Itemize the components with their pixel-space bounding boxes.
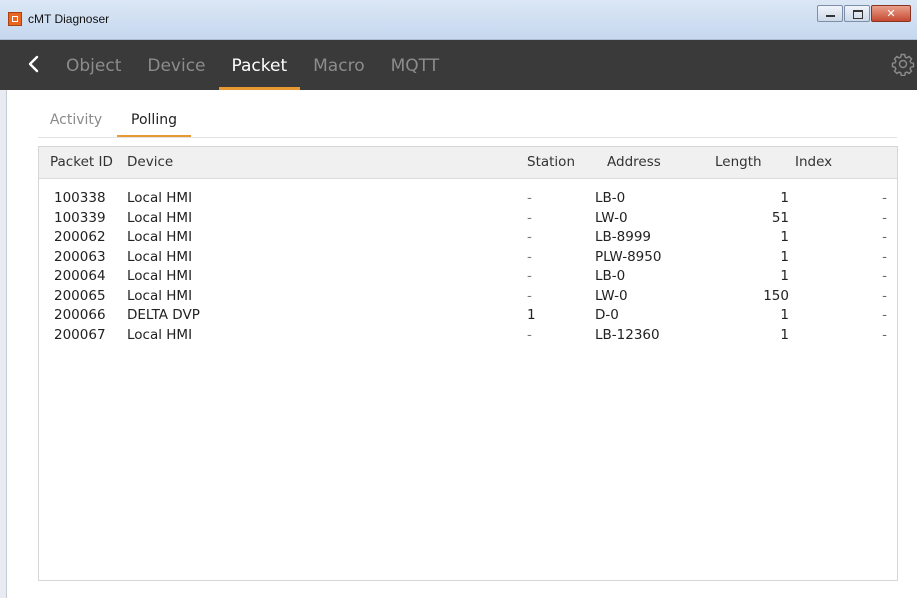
minimize-button[interactable] <box>817 5 843 22</box>
cell-index: - <box>882 229 887 245</box>
cell-packet-id: 200063 <box>54 248 106 265</box>
cell-index: - <box>882 209 887 226</box>
table-row[interactable]: 200063 Local HMI - PLW-8950 1 - <box>39 248 897 268</box>
nav-tabs: Object Device Packet Macro MQTT <box>53 40 452 90</box>
close-button[interactable] <box>871 5 911 22</box>
cell-index: - <box>882 326 887 343</box>
cell-device: Local HMI <box>127 190 193 206</box>
table-row[interactable]: 100339 Local HMI - LW-0 51 - <box>39 209 897 229</box>
column-header-device[interactable]: Device <box>127 147 173 178</box>
column-header-length[interactable]: Length <box>715 147 762 178</box>
cell-length: 1 <box>780 248 789 265</box>
cell-device: Local HMI <box>127 209 193 226</box>
table-row[interactable]: 200066 DELTA DVP 1 D-0 1 - <box>39 306 897 326</box>
cell-device: Local HMI <box>127 248 193 265</box>
table-row[interactable]: 100338 Local HMI - LB-0 1 - <box>39 189 897 209</box>
table-row[interactable]: 200067 Local HMI - LB-12360 1 - <box>39 326 897 346</box>
cell-device: Local HMI <box>127 268 193 284</box>
cell-packet-id: 100338 <box>54 190 106 206</box>
cell-packet-id: 200067 <box>54 326 106 343</box>
app-window: cMT Diagnoser Object Device Packet Macro… <box>0 0 917 598</box>
cell-index: - <box>882 248 887 265</box>
window-title: cMT Diagnoser <box>28 12 110 26</box>
back-chevron-icon[interactable] <box>24 54 44 74</box>
cell-index: - <box>882 287 887 304</box>
cell-station: - <box>527 190 532 206</box>
cell-station: - <box>527 287 532 304</box>
sub-tabs: Activity Polling <box>38 104 897 138</box>
cell-address: LW-0 <box>595 287 628 304</box>
cell-address: D-0 <box>595 307 619 323</box>
polling-table: Packet ID Device Station Address Length … <box>38 146 898 581</box>
cell-station: - <box>527 248 532 265</box>
tab-device[interactable]: Device <box>134 40 218 90</box>
cell-length: 51 <box>771 209 789 226</box>
cell-packet-id: 200062 <box>54 229 106 245</box>
tab-object[interactable]: Object <box>53 40 134 90</box>
cell-device: DELTA DVP <box>127 307 200 323</box>
gear-icon[interactable] <box>891 52 915 76</box>
cell-length: 1 <box>780 307 789 323</box>
cell-address: LW-0 <box>595 209 628 226</box>
cell-index: - <box>882 190 887 206</box>
cell-device: Local HMI <box>127 229 193 245</box>
cell-index: - <box>882 307 887 323</box>
cell-station: - <box>527 229 532 245</box>
window-controls <box>816 5 911 22</box>
title-bar: cMT Diagnoser <box>0 0 917 40</box>
cell-index: - <box>882 268 887 284</box>
cell-station: - <box>527 326 532 343</box>
table-row[interactable]: 200062 Local HMI - LB-8999 1 - <box>39 228 897 248</box>
cell-station: - <box>527 268 532 284</box>
cell-station: - <box>527 209 532 226</box>
table-body: 100338 Local HMI - LB-0 1 - 100339 Local… <box>39 189 897 345</box>
column-header-station[interactable]: Station <box>527 147 575 178</box>
cell-address: LB-12360 <box>595 326 660 343</box>
cell-device: Local HMI <box>127 326 193 343</box>
tab-packet[interactable]: Packet <box>218 40 301 90</box>
app-icon <box>8 12 22 26</box>
tab-macro[interactable]: Macro <box>300 40 377 90</box>
cell-length: 1 <box>780 326 789 343</box>
column-header-index[interactable]: Index <box>795 147 832 178</box>
cell-length: 1 <box>780 268 789 284</box>
table-row[interactable]: 200065 Local HMI - LW-0 150 - <box>39 287 897 307</box>
cell-packet-id: 100339 <box>54 209 106 226</box>
column-header-packet-id[interactable]: Packet ID <box>50 147 113 178</box>
cell-station: 1 <box>527 307 536 323</box>
cell-device: Local HMI <box>127 287 193 304</box>
column-header-address[interactable]: Address <box>607 147 661 178</box>
cell-packet-id: 200065 <box>54 287 106 304</box>
top-nav: Object Device Packet Macro MQTT <box>0 40 917 90</box>
cell-packet-id: 200064 <box>54 268 106 284</box>
cell-address: PLW-8950 <box>595 248 662 265</box>
subtab-polling[interactable]: Polling <box>117 104 191 137</box>
cell-address: LB-8999 <box>595 229 652 245</box>
cell-length: 150 <box>763 287 789 304</box>
cell-address: LB-0 <box>595 190 626 206</box>
cell-packet-id: 200066 <box>54 307 106 323</box>
subtab-activity[interactable]: Activity <box>40 104 112 136</box>
table-header: Packet ID Device Station Address Length … <box>39 147 897 179</box>
cell-length: 1 <box>780 190 789 206</box>
cell-address: LB-0 <box>595 268 626 284</box>
maximize-button[interactable] <box>844 5 870 22</box>
window-left-border <box>0 90 7 598</box>
tab-mqtt[interactable]: MQTT <box>378 40 453 90</box>
table-row[interactable]: 200064 Local HMI - LB-0 1 - <box>39 267 897 287</box>
cell-length: 1 <box>780 229 789 245</box>
